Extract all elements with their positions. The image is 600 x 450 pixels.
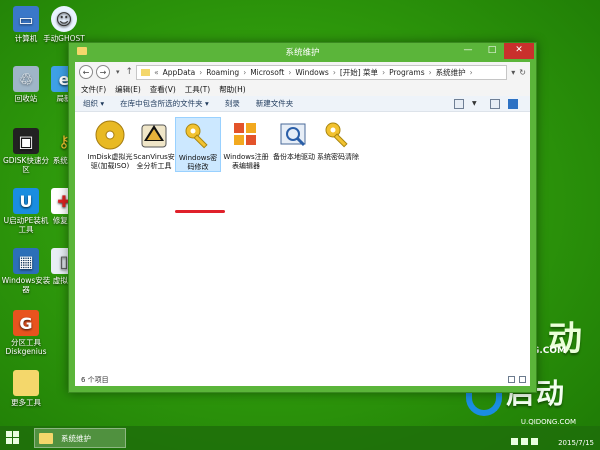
taskbar-item-explorer[interactable]: 系统维护 (34, 428, 126, 448)
menu-view[interactable]: 查看(V) (150, 84, 176, 95)
folder-icon (13, 370, 39, 396)
desktop-icon-label: 回收站 (14, 94, 38, 103)
status-view-controls (504, 376, 526, 383)
organize-button[interactable]: 组织 ▾ (83, 98, 104, 109)
diskgenius-icon: G (13, 310, 39, 336)
breadcrumb-separator[interactable]: › (429, 68, 432, 77)
breadcrumb-current[interactable]: 系统维护 (436, 67, 466, 78)
start-button[interactable] (6, 431, 20, 445)
preview-pane-icon[interactable] (490, 99, 500, 109)
large-icons-view-icon[interactable] (519, 376, 526, 383)
system-tray: 2015/7/15 (504, 428, 598, 448)
scanvirus-icon (138, 119, 170, 151)
breadcrumb-separator[interactable]: › (333, 68, 336, 77)
disc-icon (94, 119, 126, 151)
registry-icon (230, 119, 262, 151)
file-label: Windows注册表编辑器 (223, 153, 269, 170)
address-bar-row: ← → ▾ ↑ « AppData › Roaming › Microsoft … (75, 62, 530, 82)
brand-url: U.QIDONG.COM (520, 418, 576, 426)
file-label: ImDisk虚拟光驱(加载ISO) (87, 153, 133, 170)
desktop-icon-more-tools[interactable]: 更多工具 (0, 370, 52, 407)
explorer-window: 系统维护 — □ ✕ ← → ▾ ↑ « AppData › Roaming ›… (68, 42, 537, 393)
desktop-icon-label: 计算机 (14, 34, 38, 43)
view-controls: ▼ (446, 99, 518, 109)
desktop-icon-ghost[interactable]: ☺ 手动GHOST (38, 6, 90, 43)
file-item-imdisk[interactable]: ImDisk虚拟光驱(加载ISO) (87, 117, 133, 170)
file-item-scanvirus[interactable]: ScanVirus安全分析工具 (131, 117, 177, 170)
address-field[interactable]: « AppData › Roaming › Microsoft › Window… (136, 64, 508, 80)
change-view-icon[interactable] (454, 99, 464, 109)
window-client: ← → ▾ ↑ « AppData › Roaming › Microsoft … (75, 62, 530, 386)
recycle-bin-icon: ♲ (13, 66, 39, 92)
file-label: 备份本地驱动 (273, 153, 315, 161)
computer-icon: ▭ (13, 6, 39, 32)
file-item-backup-driver[interactable]: 备份本地驱动 (271, 117, 317, 162)
address-dropdown[interactable]: ▾ (511, 68, 515, 77)
minimize-button[interactable]: — (456, 43, 480, 59)
menu-bar: 文件(F) 编辑(E) 查看(V) 工具(T) 帮助(H) (75, 82, 530, 96)
menu-edit[interactable]: 编辑(E) (115, 84, 141, 95)
up-button[interactable]: ↑ (126, 67, 134, 77)
breadcrumb-programs[interactable]: Programs (389, 68, 425, 77)
red-underline-marker (175, 210, 225, 213)
status-bar: 6 个项目 (75, 374, 530, 386)
menu-file[interactable]: 文件(F) (81, 84, 106, 95)
new-folder-button[interactable]: 新建文件夹 (256, 98, 294, 109)
key-icon (182, 120, 214, 152)
file-label: Windows密码修改 (178, 154, 218, 171)
breadcrumb-windows[interactable]: Windows (295, 68, 328, 77)
menu-tools[interactable]: 工具(T) (185, 84, 210, 95)
backup-driver-icon (278, 119, 310, 151)
file-label: ScanVirus安全分析工具 (133, 153, 175, 170)
breadcrumb-microsoft[interactable]: Microsoft (250, 68, 284, 77)
breadcrumb-separator[interactable]: › (470, 68, 473, 77)
forward-button[interactable]: → (96, 65, 110, 79)
file-list: ImDisk虚拟光驱(加载ISO) ScanVirus安全分析工具 Window… (75, 113, 530, 374)
desktop-icon-label: 分区工具Diskgenius (5, 338, 47, 356)
gdisk-icon: ▣ (13, 128, 39, 154)
chevron-down-icon[interactable]: ▼ (472, 99, 482, 109)
file-item-clear-password[interactable]: 系统密码清除 (315, 117, 361, 162)
close-button[interactable]: ✕ (504, 43, 534, 59)
breadcrumb-separator[interactable]: › (243, 68, 246, 77)
desktop-icon-diskgenius[interactable]: G 分区工具Diskgenius (0, 310, 52, 356)
menu-help[interactable]: 帮助(H) (219, 84, 246, 95)
file-item-registry-editor[interactable]: Windows注册表编辑器 (223, 117, 269, 170)
item-count: 6 个项目 (81, 376, 109, 384)
input-method-icon[interactable] (531, 438, 538, 445)
breadcrumb-separator[interactable]: › (382, 68, 385, 77)
breadcrumb-roaming[interactable]: Roaming (206, 68, 239, 77)
tray-icons (508, 438, 538, 445)
refresh-button[interactable]: ↻ (519, 68, 526, 77)
back-button[interactable]: ← (79, 65, 93, 79)
network-icon[interactable] (511, 438, 518, 445)
file-label: 系统密码清除 (317, 153, 359, 161)
breadcrumb-start-menu[interactable]: [开始] 菜单 (340, 67, 378, 78)
details-view-icon[interactable] (508, 376, 515, 383)
file-item-windows-password[interactable]: Windows密码修改 (175, 117, 221, 172)
folder-icon (39, 432, 53, 444)
volume-icon[interactable] (521, 438, 528, 445)
desktop-icon-label: 更多工具 (11, 398, 41, 407)
ghost-icon: ☺ (51, 6, 77, 32)
include-in-library-button[interactable]: 在库中包含所选的文件夹 ▾ (120, 98, 209, 109)
uqidong-icon: U (13, 188, 39, 214)
folder-icon (141, 68, 151, 76)
recent-locations-dropdown[interactable]: ▾ (116, 68, 120, 76)
address-overflow[interactable]: « (154, 68, 159, 77)
maximize-button[interactable]: □ (480, 43, 504, 59)
breadcrumb-separator[interactable]: › (199, 68, 202, 77)
burn-button[interactable]: 刻录 (225, 98, 240, 109)
breadcrumb-separator[interactable]: › (288, 68, 291, 77)
window-titlebar[interactable]: 系统维护 — □ ✕ (69, 43, 536, 61)
windows-installer-icon: ▦ (13, 248, 39, 274)
taskbar-item-label: 系统维护 (61, 433, 91, 443)
command-bar: 组织 ▾ 在库中包含所选的文件夹 ▾ 刻录 新建文件夹 ▼ (75, 96, 530, 112)
breadcrumb-appdata[interactable]: AppData (163, 68, 196, 77)
taskbar: 系统维护 2015/7/15 (0, 426, 600, 450)
help-icon[interactable] (508, 99, 518, 109)
tray-date[interactable]: 2015/7/15 (558, 439, 594, 447)
key-icon (322, 119, 354, 151)
